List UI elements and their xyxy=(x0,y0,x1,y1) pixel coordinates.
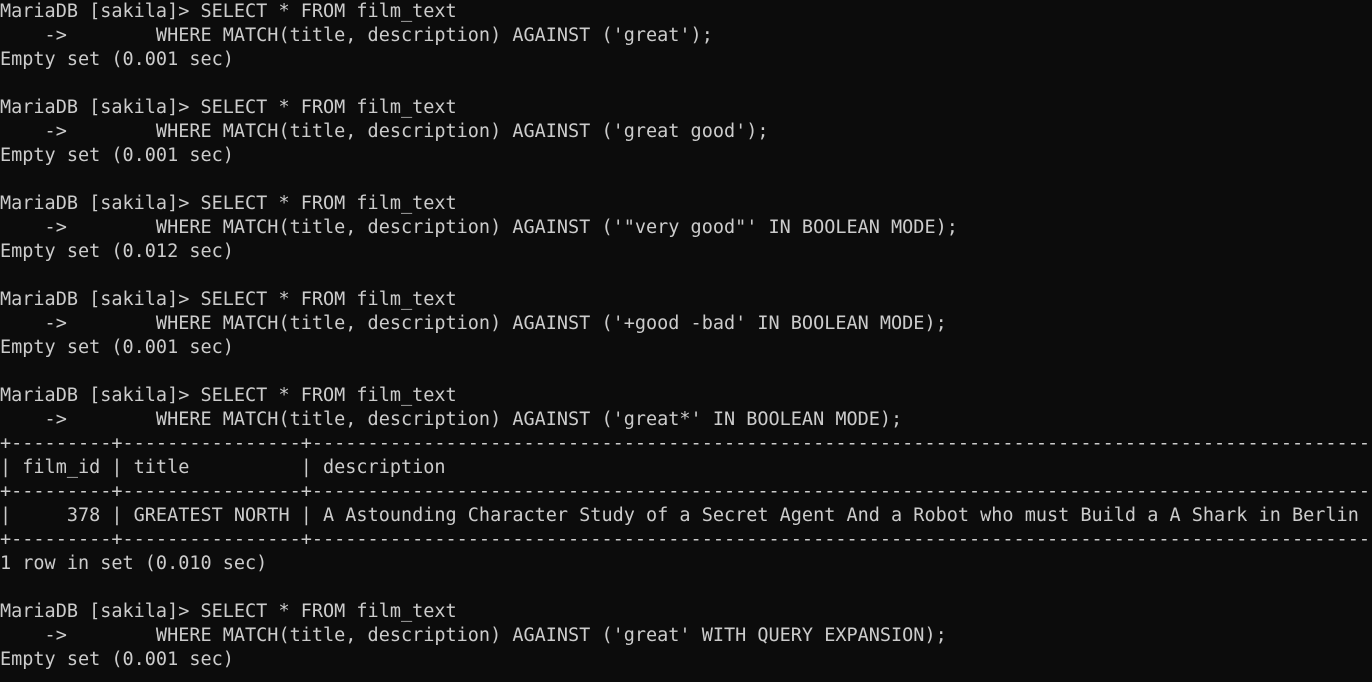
continuation-line: -> WHERE MATCH(title, description) AGAIN… xyxy=(0,25,713,46)
prompt-line: MariaDB [sakila]> SELECT * FROM film_tex… xyxy=(0,289,457,310)
table-row: | 378 | GREATEST NORTH | A Astounding Ch… xyxy=(0,505,1372,526)
terminal-window[interactable]: MariaDB [sakila]> SELECT * FROM film_tex… xyxy=(0,0,1372,682)
continuation-line: -> WHERE MATCH(title, description) AGAIN… xyxy=(0,313,947,334)
continuation-line: -> WHERE MATCH(title, description) AGAIN… xyxy=(0,409,903,430)
continuation-line: -> WHERE MATCH(title, description) AGAIN… xyxy=(0,217,958,238)
result-line: Empty set (0.001 sec) xyxy=(0,649,234,670)
result-line: Empty set (0.001 sec) xyxy=(0,145,234,166)
prompt-line: MariaDB [sakila]> SELECT * FROM film_tex… xyxy=(0,1,457,22)
result-line: Empty set (0.001 sec) xyxy=(0,337,234,358)
result-line: 1 row in set (0.010 sec) xyxy=(0,553,268,574)
result-line: Empty set (0.001 sec) xyxy=(0,49,234,70)
prompt-line: MariaDB [sakila]> SELECT * FROM film_tex… xyxy=(0,385,457,406)
table-header-row: | film_id | title | description | xyxy=(0,457,1372,478)
continuation-line: -> WHERE MATCH(title, description) AGAIN… xyxy=(0,121,769,142)
prompt-line: MariaDB [sakila]> SELECT * FROM film_tex… xyxy=(0,97,457,118)
prompt-line: MariaDB [sakila]> SELECT * FROM film_tex… xyxy=(0,601,457,622)
table-border: +---------+----------------+------------… xyxy=(0,433,1372,454)
prompt-line: MariaDB [sakila]> SELECT * FROM film_tex… xyxy=(0,193,457,214)
result-line: Empty set (0.012 sec) xyxy=(0,241,234,262)
table-border: +---------+----------------+------------… xyxy=(0,529,1372,550)
table-border: +---------+----------------+------------… xyxy=(0,481,1372,502)
continuation-line: -> WHERE MATCH(title, description) AGAIN… xyxy=(0,625,947,646)
